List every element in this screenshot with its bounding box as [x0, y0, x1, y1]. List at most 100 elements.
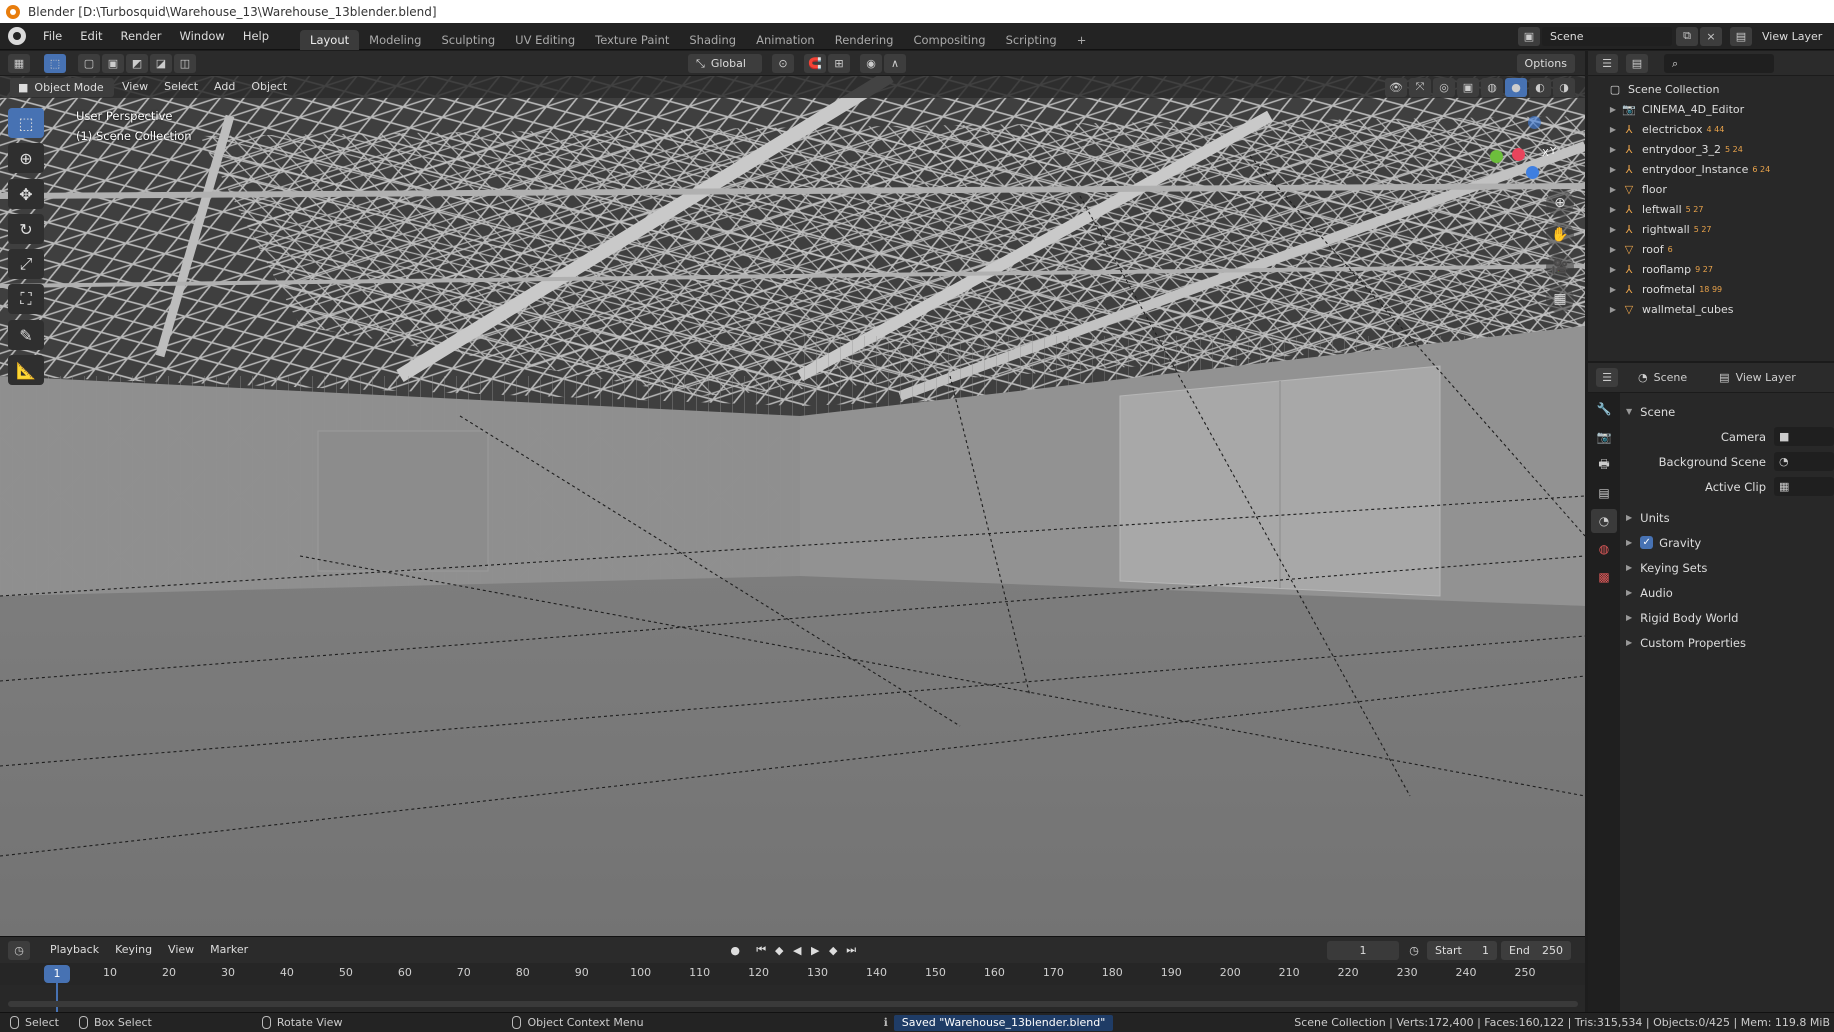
expand-arrow-icon[interactable]: ▶ [1608, 100, 1618, 120]
world-tab-icon[interactable]: ◍ [1591, 537, 1617, 561]
record-icon[interactable]: ● [726, 941, 744, 959]
jump-start-icon[interactable]: ⏮ [752, 941, 770, 959]
menu-help[interactable]: Help [234, 23, 278, 50]
shading-wireframe-icon[interactable]: ◍ [1481, 77, 1503, 97]
output-tab-icon[interactable]: 🖶 [1591, 453, 1617, 477]
gizmo-z-axis[interactable] [1526, 166, 1539, 179]
transform-tool[interactable]: ⛶ [8, 284, 44, 314]
timeline-scrollbar[interactable] [8, 1001, 1578, 1007]
shading-rendered-icon[interactable]: ◑ [1553, 77, 1575, 97]
expand-arrow-icon[interactable]: ▶ [1608, 280, 1618, 300]
navigation-gizmo[interactable]: X Y [1490, 98, 1580, 179]
annotate-tool[interactable]: ✎ [8, 320, 44, 350]
outliner-item-badge[interactable]: 5 27 [1694, 220, 1712, 240]
status-saved-report[interactable]: ℹ Saved "Warehouse_13blender.blend" [874, 1014, 1124, 1031]
select-mode-intersect-icon[interactable]: ◫ [174, 53, 196, 73]
shading-solid-icon[interactable]: ● [1505, 77, 1527, 97]
select-mode-difference-icon[interactable]: ◪ [150, 53, 172, 73]
outliner-item[interactable]: ▶ ▽ wallmetal_cubes [1608, 300, 1834, 320]
gizmo-toggle-icon[interactable]: ⤧ [1409, 77, 1431, 97]
xray-toggle-icon[interactable]: ▣ [1457, 77, 1479, 97]
expand-arrow-icon[interactable]: ▶ [1608, 200, 1618, 220]
outliner-item[interactable]: ▶ ⅄ rightwall 5 27 [1608, 220, 1834, 240]
remove-scene-icon[interactable]: × [1700, 26, 1722, 46]
start-frame-field[interactable]: Start 1 [1427, 940, 1497, 960]
viewport-menu-add[interactable]: Add [206, 76, 243, 98]
gizmo-y-axis[interactable] [1490, 150, 1503, 163]
outliner-item[interactable]: ▶ ⅄ electricbox 4 44 [1608, 120, 1834, 140]
texture-tab-icon[interactable]: ▩ [1591, 565, 1617, 589]
timeline-editor-type-icon[interactable]: ◷ [8, 940, 30, 960]
blender-menu-icon[interactable] [8, 27, 26, 45]
play-icon[interactable]: ▶ [806, 941, 824, 959]
outliner-item-badge[interactable]: 6 24 [1752, 160, 1770, 180]
scene-panel-header[interactable]: ▼ Scene [1622, 399, 1834, 424]
outliner-search-input[interactable]: ⌕ [1664, 53, 1774, 73]
workspace-tab-uv-editing[interactable]: UV Editing [505, 30, 585, 50]
jump-end-icon[interactable]: ⏭ [842, 941, 860, 959]
overlay-toggle-icon[interactable]: ◎ [1433, 77, 1455, 97]
zoom-icon[interactable]: ⊕ [1546, 189, 1574, 217]
outliner-item[interactable]: ▶ ⅄ rooflamp 9 27 [1608, 260, 1834, 280]
active-clip-field[interactable]: ▦ [1774, 477, 1834, 496]
scene-tab-icon[interactable]: ◔ [1591, 509, 1617, 533]
expand-arrow-icon[interactable]: ▶ [1608, 260, 1618, 280]
view-layer-tab-icon[interactable]: ▤ [1591, 481, 1617, 505]
outliner-item[interactable]: ▶ ⅄ entrydoor_3_2 5 24 [1608, 140, 1834, 160]
tool-tab-icon[interactable]: 🔧 [1591, 397, 1617, 421]
gizmo-x-axis[interactable] [1512, 148, 1525, 161]
rotate-tool[interactable]: ↻ [8, 214, 44, 244]
scale-tool[interactable]: ⤢ [8, 249, 44, 279]
workspace-tab-shading[interactable]: Shading [679, 30, 746, 50]
visibility-icon[interactable]: 👁 [1385, 77, 1407, 97]
custom-properties-section[interactable]: ▶ Custom Properties [1622, 630, 1834, 655]
snap-target-icon[interactable]: ⊞ [828, 53, 850, 73]
workspace-tab-sculpting[interactable]: Sculpting [431, 30, 505, 50]
current-frame-field[interactable]: 1 [1327, 940, 1399, 960]
view-layer-icon[interactable]: ▤ [1730, 26, 1752, 46]
render-tab-icon[interactable]: 📷 [1591, 425, 1617, 449]
workspace-tab-scripting[interactable]: Scripting [996, 30, 1067, 50]
menu-window[interactable]: Window [170, 23, 233, 50]
menu-edit[interactable]: Edit [71, 23, 111, 50]
select-tool-icon[interactable]: ⬚ [44, 53, 66, 73]
outliner-item[interactable]: ▶ ⅄ roofmetal 18 99 [1608, 280, 1834, 300]
current-frame-marker[interactable]: 1 [44, 965, 70, 983]
viewport-menu-view[interactable]: View [114, 76, 156, 98]
editor-type-icon[interactable]: ▦ [8, 53, 30, 73]
timeline-menu-playback[interactable]: Playback [42, 937, 107, 963]
outliner-item[interactable]: ▶ ▽ roof 6 [1608, 240, 1834, 260]
preview-range-icon[interactable]: ◷ [1405, 941, 1423, 959]
outliner-item-badge[interactable]: 4 44 [1706, 120, 1724, 140]
pan-hand-icon[interactable]: ✋ [1546, 221, 1574, 249]
scene-name-field[interactable]: Scene [1542, 26, 1672, 46]
playhead-line[interactable] [56, 983, 58, 1013]
workspace-tab-animation[interactable]: Animation [746, 30, 825, 50]
expand-arrow-icon[interactable]: ▶ [1608, 120, 1618, 140]
end-frame-field[interactable]: End 250 [1501, 940, 1571, 960]
menu-file[interactable]: File [34, 23, 71, 50]
outliner-item[interactable]: ▶ ⅄ entrydoor_Instance 6 24 [1608, 160, 1834, 180]
outliner-item[interactable]: ▶ ⅄ leftwall 5 27 [1608, 200, 1834, 220]
snap-toggle-icon[interactable]: 🧲 [804, 53, 826, 73]
outliner-item[interactable]: ▶ 📷 CINEMA_4D_Editor [1608, 100, 1834, 120]
background-scene-field[interactable]: ◔ [1774, 452, 1834, 471]
select-mode-new-icon[interactable]: ▢ [78, 53, 100, 73]
outliner-item[interactable]: ▶ ▽ floor [1608, 180, 1834, 200]
gravity-section[interactable]: ▶ ✓ Gravity [1622, 530, 1834, 555]
transform-orientation-dropdown[interactable]: ⤡ Global [688, 53, 762, 73]
units-section[interactable]: ▶ Units [1622, 505, 1834, 530]
scene-selector-icon[interactable]: ▣ [1518, 26, 1540, 46]
outliner-item-badge[interactable]: 5 24 [1725, 140, 1743, 160]
expand-arrow-icon[interactable]: ▶ [1608, 240, 1618, 260]
camera-view-icon[interactable]: 🎥 [1546, 253, 1574, 281]
gizmo-neg-z-axis[interactable] [1528, 116, 1541, 129]
timeline-menu-view[interactable]: View [160, 937, 202, 963]
prev-keyframe-icon[interactable]: ◆ [770, 941, 788, 959]
next-keyframe-icon[interactable]: ◆ [824, 941, 842, 959]
expand-arrow-icon[interactable]: ▶ [1608, 140, 1618, 160]
camera-field[interactable]: ■ [1774, 427, 1834, 446]
select-mode-extend-icon[interactable]: ▣ [102, 53, 124, 73]
select-box-tool[interactable]: ⬚ [8, 108, 44, 138]
options-dropdown[interactable]: Options [1516, 53, 1575, 73]
